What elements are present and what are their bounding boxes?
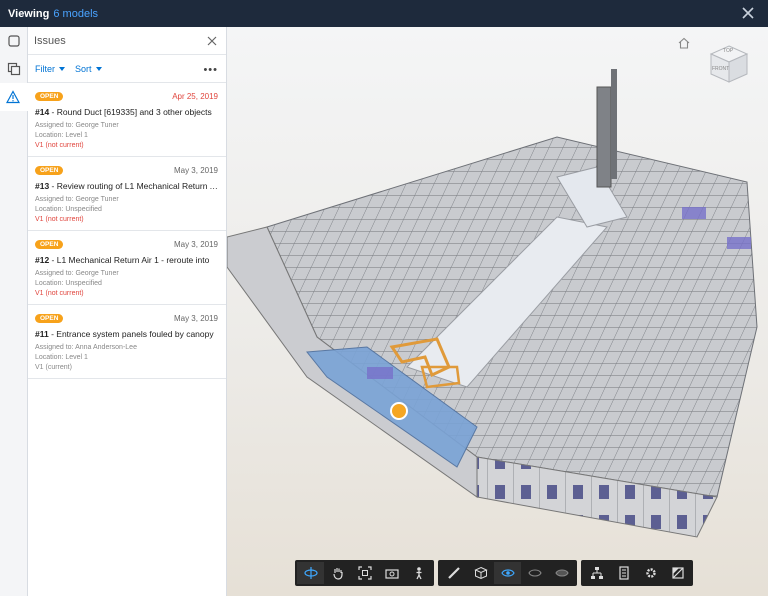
- issue-location: Location: Level 1: [35, 132, 88, 139]
- fullscreen-button[interactable]: [664, 562, 691, 584]
- warning-icon: [6, 90, 20, 104]
- issue-number: #14: [35, 107, 50, 117]
- caret-down-icon: [95, 66, 102, 71]
- view-cube[interactable]: TOP FRONT: [707, 42, 751, 86]
- issue-location: Location: Unspecified: [35, 206, 102, 213]
- issue-item[interactable]: OPEN Apr 25, 2019 #14 - Round Duct [6193…: [28, 83, 226, 157]
- issue-location: Location: Level 1: [35, 354, 88, 361]
- issue-version: V1 (not current): [35, 290, 84, 297]
- issue-title-text: - Entrance system panels fouled by canop…: [48, 329, 214, 339]
- cube-front-label: FRONT: [712, 66, 730, 72]
- section-button[interactable]: [467, 562, 494, 584]
- tools-toolbar: [438, 560, 577, 586]
- issue-assigned: Assigned to: George Tuner: [35, 122, 119, 129]
- issue-assigned: Assigned to: George Tuner: [35, 270, 119, 277]
- markup-button[interactable]: [521, 562, 548, 584]
- close-icon[interactable]: [206, 35, 218, 47]
- panel-title: Issues: [34, 34, 66, 47]
- issue-version: V1 (not current): [35, 142, 84, 149]
- status-badge: OPEN: [35, 166, 64, 175]
- zoom-extents-icon: [357, 566, 372, 580]
- navigation-toolbar: [295, 560, 434, 586]
- camera-button[interactable]: [378, 562, 405, 584]
- more-options-button[interactable]: •••: [203, 64, 218, 76]
- left-rail: [0, 27, 28, 596]
- model-viewer[interactable]: TOP FRONT: [227, 27, 768, 596]
- model-browser-button[interactable]: [583, 562, 610, 584]
- first-person-button[interactable]: [405, 562, 432, 584]
- rail-item-issues[interactable]: [0, 83, 28, 111]
- eye-icon: [500, 569, 515, 577]
- issue-pushpin-marker[interactable]: [390, 402, 408, 420]
- markup-icon: [527, 569, 542, 577]
- issue-number: #13: [35, 181, 50, 191]
- sort-dropdown[interactable]: Sort: [75, 64, 102, 74]
- top-bar: Viewing 6 models: [0, 0, 768, 27]
- issue-title: #14 - Round Duct [619335] and 3 other ob…: [35, 107, 218, 117]
- issue-item[interactable]: OPEN May 3, 2019 #12 - L1 Mechanical Ret…: [28, 231, 226, 305]
- properties-icon: [618, 566, 629, 580]
- home-icon[interactable]: [677, 36, 691, 50]
- viewing-label: Viewing: [8, 7, 50, 20]
- issue-date: May 3, 2019: [173, 314, 218, 323]
- hierarchy-icon: [590, 567, 603, 579]
- models-link[interactable]: 6 models: [53, 8, 98, 20]
- issue-title: #13 - Review routing of L1 Mechanical Re…: [35, 181, 218, 191]
- hide-icon: [554, 569, 569, 577]
- stacked-squares-icon: [7, 62, 21, 76]
- issue-date: May 3, 2019: [173, 240, 218, 249]
- status-badge: OPEN: [35, 240, 64, 249]
- square-icon: [8, 35, 20, 47]
- issue-date: May 3, 2019: [173, 166, 218, 175]
- issue-title: #12 - L1 Mechanical Return Air 1 - rerou…: [35, 255, 218, 265]
- sort-label: Sort: [75, 63, 92, 74]
- cube-top-label: TOP: [723, 48, 734, 54]
- issue-number: #12: [35, 255, 50, 265]
- explode-button[interactable]: [494, 562, 521, 584]
- rail-item-models[interactable]: [0, 55, 28, 83]
- issue-assigned: Assigned to: George Tuner: [35, 196, 119, 203]
- ruler-icon: [447, 567, 460, 579]
- properties-button[interactable]: [610, 562, 637, 584]
- filter-label: Filter: [35, 63, 55, 74]
- issue-version: V1 (current): [35, 364, 72, 371]
- issue-number: #11: [35, 329, 49, 339]
- close-icon[interactable]: [740, 5, 756, 21]
- orbit-button[interactable]: [297, 562, 324, 584]
- measure-button[interactable]: [440, 562, 467, 584]
- fit-to-view-button[interactable]: [351, 562, 378, 584]
- status-badge: OPEN: [35, 314, 64, 323]
- fullscreen-icon: [671, 567, 684, 579]
- issue-item[interactable]: OPEN May 3, 2019 #11 - Entrance system p…: [28, 305, 226, 379]
- issue-assigned: Assigned to: Anna Anderson-Lee: [35, 344, 137, 351]
- status-badge: OPEN: [35, 92, 64, 101]
- issues-toolbar: Filter Sort •••: [28, 55, 226, 83]
- issue-version: V1 (not current): [35, 216, 84, 223]
- panel-header: Issues: [28, 27, 226, 55]
- hand-icon: [332, 568, 343, 580]
- person-icon: [415, 567, 422, 580]
- issue-location: Location: Unspecified: [35, 280, 102, 287]
- cube-section-icon: [473, 566, 488, 580]
- gear-icon: [645, 568, 656, 578]
- settings-toolbar: [581, 560, 693, 586]
- filter-dropdown[interactable]: Filter: [35, 64, 65, 74]
- caret-down-icon: [59, 66, 65, 71]
- settings-button[interactable]: [637, 562, 664, 584]
- issue-item[interactable]: OPEN May 3, 2019 #13 - Review routing of…: [28, 157, 226, 231]
- visibility-button[interactable]: [548, 562, 575, 584]
- issue-date: Apr 25, 2019: [172, 92, 218, 101]
- pan-button[interactable]: [324, 562, 351, 584]
- issue-title-text: - Round Duct [619335] and 3 other object…: [49, 107, 212, 117]
- building-model[interactable]: [227, 27, 768, 596]
- rail-item-layers[interactable]: [0, 27, 28, 55]
- issue-title-text: - L1 Mechanical Return Air 1 - reroute i…: [49, 255, 210, 265]
- orbit-icon: [303, 567, 318, 579]
- issue-title-text: - Review routing of L1 Mechanical Return…: [49, 181, 218, 191]
- issue-title: #11 - Entrance system panels fouled by c…: [35, 329, 218, 339]
- camera-icon: [384, 569, 399, 579]
- issues-panel: Issues Filter Sort ••• OPEN Apr 25, 2019…: [28, 27, 227, 596]
